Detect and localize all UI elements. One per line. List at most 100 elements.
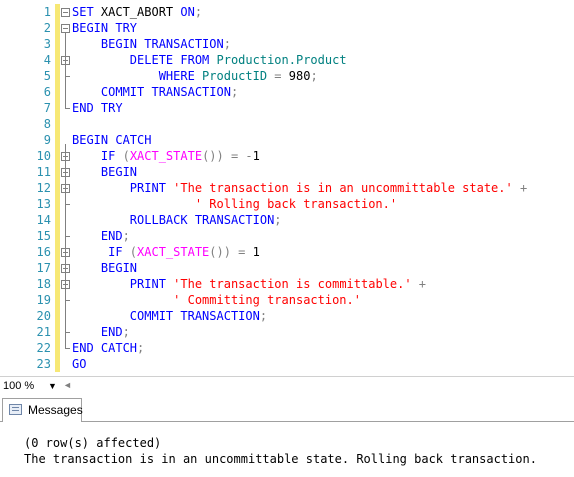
code-text: BEGIN CATCH [72, 132, 151, 148]
change-bar [55, 308, 60, 324]
code-token: 1 [252, 245, 260, 259]
code-token: ' Committing transaction.' [72, 293, 361, 307]
change-bar [55, 36, 60, 52]
code-line[interactable]: 6 COMMIT TRANSACTION; [0, 84, 574, 100]
outline-guide [65, 256, 66, 268]
line-number: 12 [36, 181, 51, 195]
code-token: ProductID [202, 69, 275, 83]
line-number: 5 [43, 69, 51, 83]
code-line[interactable]: 3 BEGIN TRANSACTION; [0, 36, 574, 52]
line-number: 1 [43, 5, 51, 19]
code-text: IF (XACT_STATE()) = -1 [72, 148, 260, 164]
code-text: IF (XACT_STATE()) = 1 [72, 244, 260, 260]
line-number: 4 [43, 53, 51, 67]
results-tab-strip: Messages [0, 396, 574, 422]
query-editor[interactable]: 1 SET XACT_ABORT ON; 2 BEGIN TRY 3 BEGIN TRA… [0, 0, 574, 376]
change-bar [55, 180, 60, 196]
line-number: 17 [36, 261, 51, 275]
change-bar [55, 4, 60, 20]
editor-status-bar: 100 % ▼ ◄ [0, 376, 574, 396]
line-number: 14 [36, 213, 51, 227]
outline-guide [65, 176, 66, 236]
messages-icon [9, 404, 22, 415]
code-line[interactable]: 19 ' Committing transaction.' [0, 292, 574, 308]
line-number: 20 [36, 309, 51, 323]
code-line[interactable]: 21 END; [0, 324, 574, 340]
code-line[interactable]: 12 PRINT 'The transaction is in an uncom… [0, 180, 574, 196]
code-token: DELETE FROM [72, 53, 217, 67]
code-text: END TRY [72, 100, 123, 116]
code-line[interactable]: 14 ROLLBACK TRANSACTION; [0, 212, 574, 228]
line-number: 13 [36, 197, 51, 211]
code-line[interactable]: 2 BEGIN TRY [0, 20, 574, 36]
line-number: 23 [36, 357, 51, 371]
code-token: ROLLBACK TRANSACTION [72, 213, 275, 227]
code-text: ROLLBACK TRANSACTION; [72, 212, 282, 228]
collapse-icon[interactable] [61, 8, 70, 17]
code-token: PRINT [72, 277, 174, 291]
code-line[interactable]: 11 BEGIN [0, 164, 574, 180]
code-text: BEGIN [72, 260, 137, 276]
code-line[interactable]: 7 END TRY [0, 100, 574, 116]
code-line[interactable]: 20 COMMIT TRANSACTION; [0, 308, 574, 324]
code-line[interactable]: 9 BEGIN CATCH [0, 132, 574, 148]
code-text: DELETE FROM Production.Product [72, 52, 347, 68]
code-text: END CATCH; [72, 340, 144, 356]
code-text: BEGIN TRANSACTION; [72, 36, 231, 52]
code-token: ; [137, 341, 145, 355]
code-token: ' Rolling back transaction.' [72, 197, 398, 211]
outline-guide [65, 272, 66, 332]
code-token: ; [259, 309, 268, 323]
zoom-dropdown-icon[interactable]: ▼ [48, 381, 57, 391]
code-token: END CATCH [72, 341, 138, 355]
tab-messages[interactable]: Messages [2, 398, 83, 422]
zoom-level[interactable]: 100 % [3, 380, 34, 392]
code-line[interactable]: 10 IF (XACT_STATE()) = -1 [0, 148, 574, 164]
code-line[interactable]: 5 WHERE ProductID = 980; [0, 68, 574, 84]
code-token: 'The transaction is committable.' [173, 277, 412, 291]
code-token: ; [223, 37, 231, 51]
outline-guide [65, 192, 66, 204]
change-bar [55, 260, 60, 276]
code-text: BEGIN [72, 164, 137, 180]
code-text: END; [72, 324, 130, 340]
code-line[interactable]: 1 SET XACT_ABORT ON; [0, 4, 574, 20]
code-line[interactable]: 23 GO [0, 356, 574, 372]
outline-guide-end [65, 76, 70, 77]
change-bar [55, 196, 60, 212]
code-line[interactable]: 15 END; [0, 228, 574, 244]
change-bar [55, 52, 60, 68]
code-line[interactable]: 8 [0, 116, 574, 132]
code-token: ; [310, 69, 318, 83]
code-text: COMMIT TRANSACTION; [72, 84, 238, 100]
change-bar [55, 276, 60, 292]
outline-guide-end [65, 300, 70, 301]
scroll-left-icon[interactable]: ◄ [63, 380, 72, 390]
line-number: 15 [36, 229, 51, 243]
code-token: 980 [288, 69, 311, 83]
messages-output: (0 row(s) affected) The transaction is i… [0, 422, 574, 477]
code-token: END [72, 325, 123, 339]
line-number: 10 [36, 149, 51, 163]
code-token: + [411, 277, 427, 291]
code-token: BEGIN TRANSACTION [72, 37, 224, 51]
tab-messages-label: Messages [28, 403, 83, 417]
code-line[interactable]: 17 BEGIN [0, 260, 574, 276]
code-line[interactable]: 13 ' Rolling back transaction.' [0, 196, 574, 212]
code-token: IF [72, 149, 123, 163]
line-number: 3 [43, 37, 51, 51]
code-line[interactable]: 4 DELETE FROM Production.Product [0, 52, 574, 68]
code-line[interactable]: 16 IF (XACT_STATE()) = 1 [0, 244, 574, 260]
outline-guide-end [65, 236, 70, 237]
code-token: COMMIT TRANSACTION [72, 309, 260, 323]
code-token: SET [72, 5, 101, 19]
code-token: + [512, 181, 528, 195]
code-token: WHERE [72, 69, 203, 83]
code-token: BEGIN TRY [72, 21, 138, 35]
code-line[interactable]: 22 END CATCH; [0, 340, 574, 356]
code-line[interactable]: 18 PRINT 'The transaction is committable… [0, 276, 574, 292]
line-number: 7 [43, 101, 51, 115]
code-text: ' Committing transaction.' [72, 292, 361, 308]
line-number: 9 [43, 133, 51, 147]
change-bar [55, 356, 60, 372]
